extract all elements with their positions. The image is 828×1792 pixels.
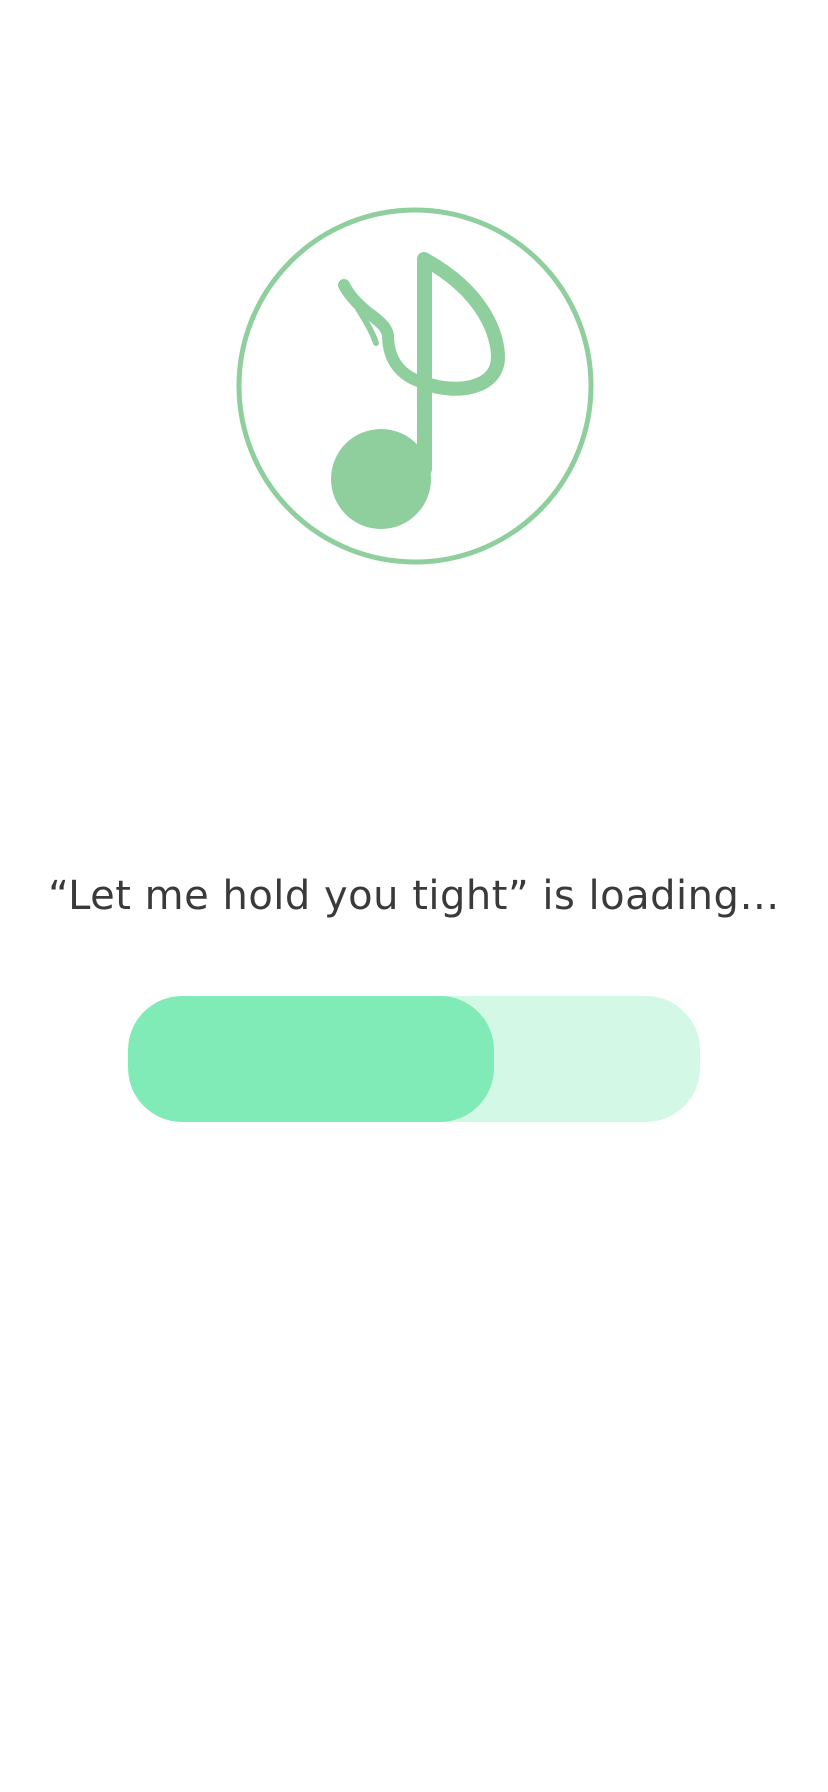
progress-bar: [128, 996, 700, 1122]
progress-bar-fill: [128, 996, 495, 1122]
loading-message: “Let me hold you tight” is loading…: [48, 873, 780, 919]
music-note-icon: [236, 207, 594, 565]
music-note-logo: [236, 207, 594, 565]
